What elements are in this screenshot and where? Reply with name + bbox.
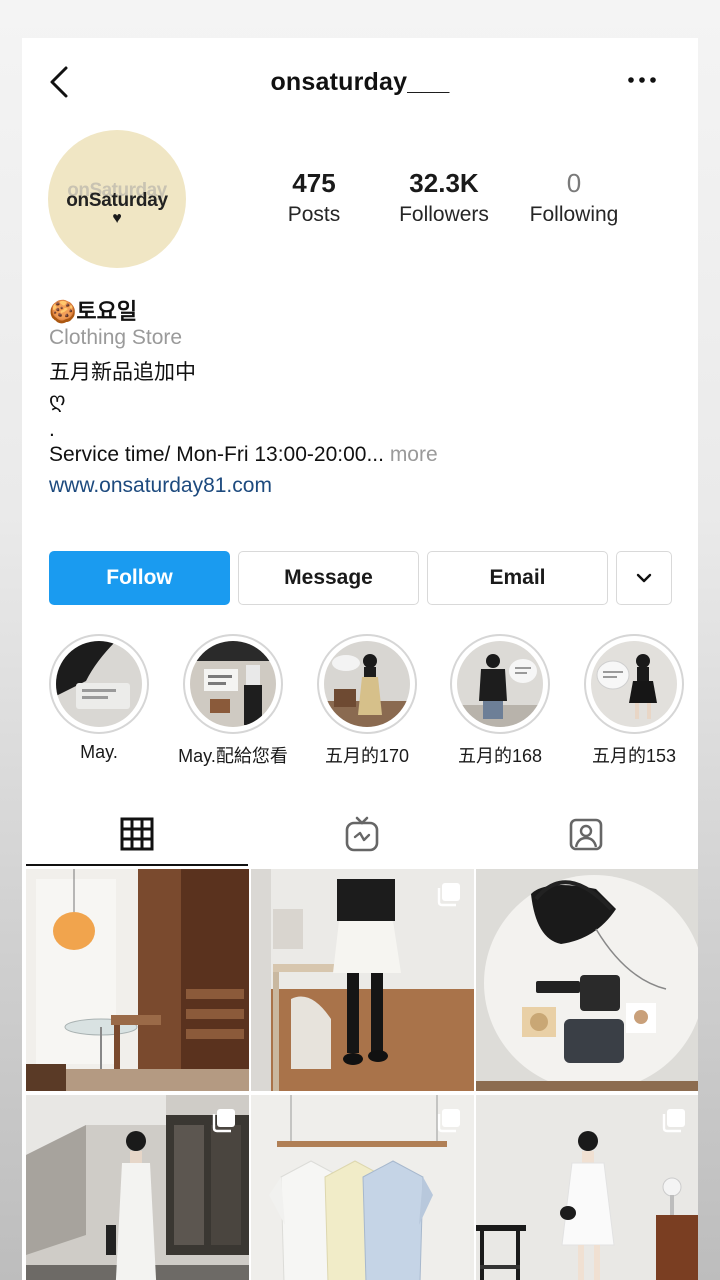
followers-value: 32.3K: [409, 168, 479, 198]
grid-icon: [120, 817, 153, 851]
bio-line-3: .: [49, 418, 55, 441]
email-button[interactable]: Email: [427, 551, 608, 605]
followers-count[interactable]: 32.3K Followers: [374, 168, 514, 227]
heart-icon: ♥: [112, 210, 122, 227]
highlight-cover: [56, 641, 142, 727]
highlight-ring: [317, 634, 417, 734]
post-tile-5[interactable]: [251, 1095, 474, 1280]
posts-label: Posts: [287, 203, 341, 226]
bio-service-time: Service time/ Mon-Fri 13:00-20:00...: [49, 443, 384, 466]
more-icon: [628, 77, 656, 83]
posts-value: 475: [292, 168, 336, 198]
more-options-button[interactable]: [626, 68, 658, 92]
igtv-icon: [345, 816, 378, 852]
post-tile-2[interactable]: [251, 869, 474, 1091]
multiple-photos-icon: [437, 1109, 460, 1133]
profile-category: Clothing Store: [49, 326, 183, 349]
bio-more-link[interactable]: more: [390, 443, 438, 466]
highlight-cover: [591, 641, 677, 727]
bio-line-1: 五月新品追加中: [49, 361, 196, 384]
following-label: Following: [529, 203, 619, 226]
profile-username: onsaturday___: [270, 68, 450, 96]
post-tile-3[interactable]: [476, 869, 698, 1091]
bio-line-2: ღ: [49, 389, 66, 412]
highlight-label: 五月的153: [591, 746, 677, 766]
website-link[interactable]: www.onsaturday81.com: [49, 474, 272, 498]
profile-tabs: [22, 804, 698, 866]
chevron-down-icon: [636, 573, 652, 583]
tab-igtv[interactable]: [249, 804, 474, 864]
avatar-logo-text: onSaturday: [66, 190, 168, 211]
post-tile-1[interactable]: [26, 869, 249, 1091]
following-count[interactable]: 0 Following: [504, 168, 644, 227]
highlight-2[interactable]: May.配給您看: [168, 634, 298, 768]
multiple-photos-icon: [437, 883, 460, 907]
tab-posts-grid[interactable]: [24, 804, 249, 864]
follow-button[interactable]: Follow: [49, 551, 230, 605]
top-bar: onsaturday___: [22, 38, 698, 130]
highlight-cover: [190, 641, 276, 727]
highlight-label: May.: [80, 742, 118, 762]
highlight-ring: [584, 634, 684, 734]
highlight-5[interactable]: 五月的153: [569, 634, 698, 768]
followers-label: Followers: [399, 203, 489, 226]
avatar[interactable]: onSaturday onSaturday ♥: [48, 130, 186, 268]
highlight-3[interactable]: 五月的170: [302, 634, 432, 768]
highlight-1[interactable]: May.: [34, 634, 164, 763]
posts-count[interactable]: 475 Posts: [244, 168, 384, 227]
post-tile-6[interactable]: [476, 1095, 698, 1280]
highlight-label: May.配給您看: [178, 746, 288, 766]
highlight-4[interactable]: 五月的168: [435, 634, 565, 768]
profile-screen: onsaturday___ onSaturday onSaturday ♥ 47…: [22, 38, 698, 1280]
tagged-icon: [569, 818, 602, 851]
active-tab-indicator: [26, 864, 248, 866]
bio-line-4: Service time/ Mon-Fri 13:00-20:00... mor…: [49, 443, 438, 467]
multiple-photos-icon: [212, 1109, 235, 1133]
highlight-label: 五月的170: [324, 746, 410, 766]
highlight-ring: [183, 634, 283, 734]
message-button[interactable]: Message: [238, 551, 419, 605]
suggested-dropdown-button[interactable]: [616, 551, 672, 605]
highlight-cover: [457, 641, 543, 727]
highlight-ring: [450, 634, 550, 734]
following-value: 0: [566, 168, 582, 198]
highlight-ring: [49, 634, 149, 734]
highlight-cover: [324, 641, 410, 727]
multiple-photos-icon: [662, 1109, 685, 1133]
profile-display-name: 🍪토요일: [49, 299, 138, 324]
tab-tagged[interactable]: [473, 804, 698, 864]
post-tile-4[interactable]: [26, 1095, 249, 1280]
highlight-label: 五月的168: [457, 746, 543, 766]
